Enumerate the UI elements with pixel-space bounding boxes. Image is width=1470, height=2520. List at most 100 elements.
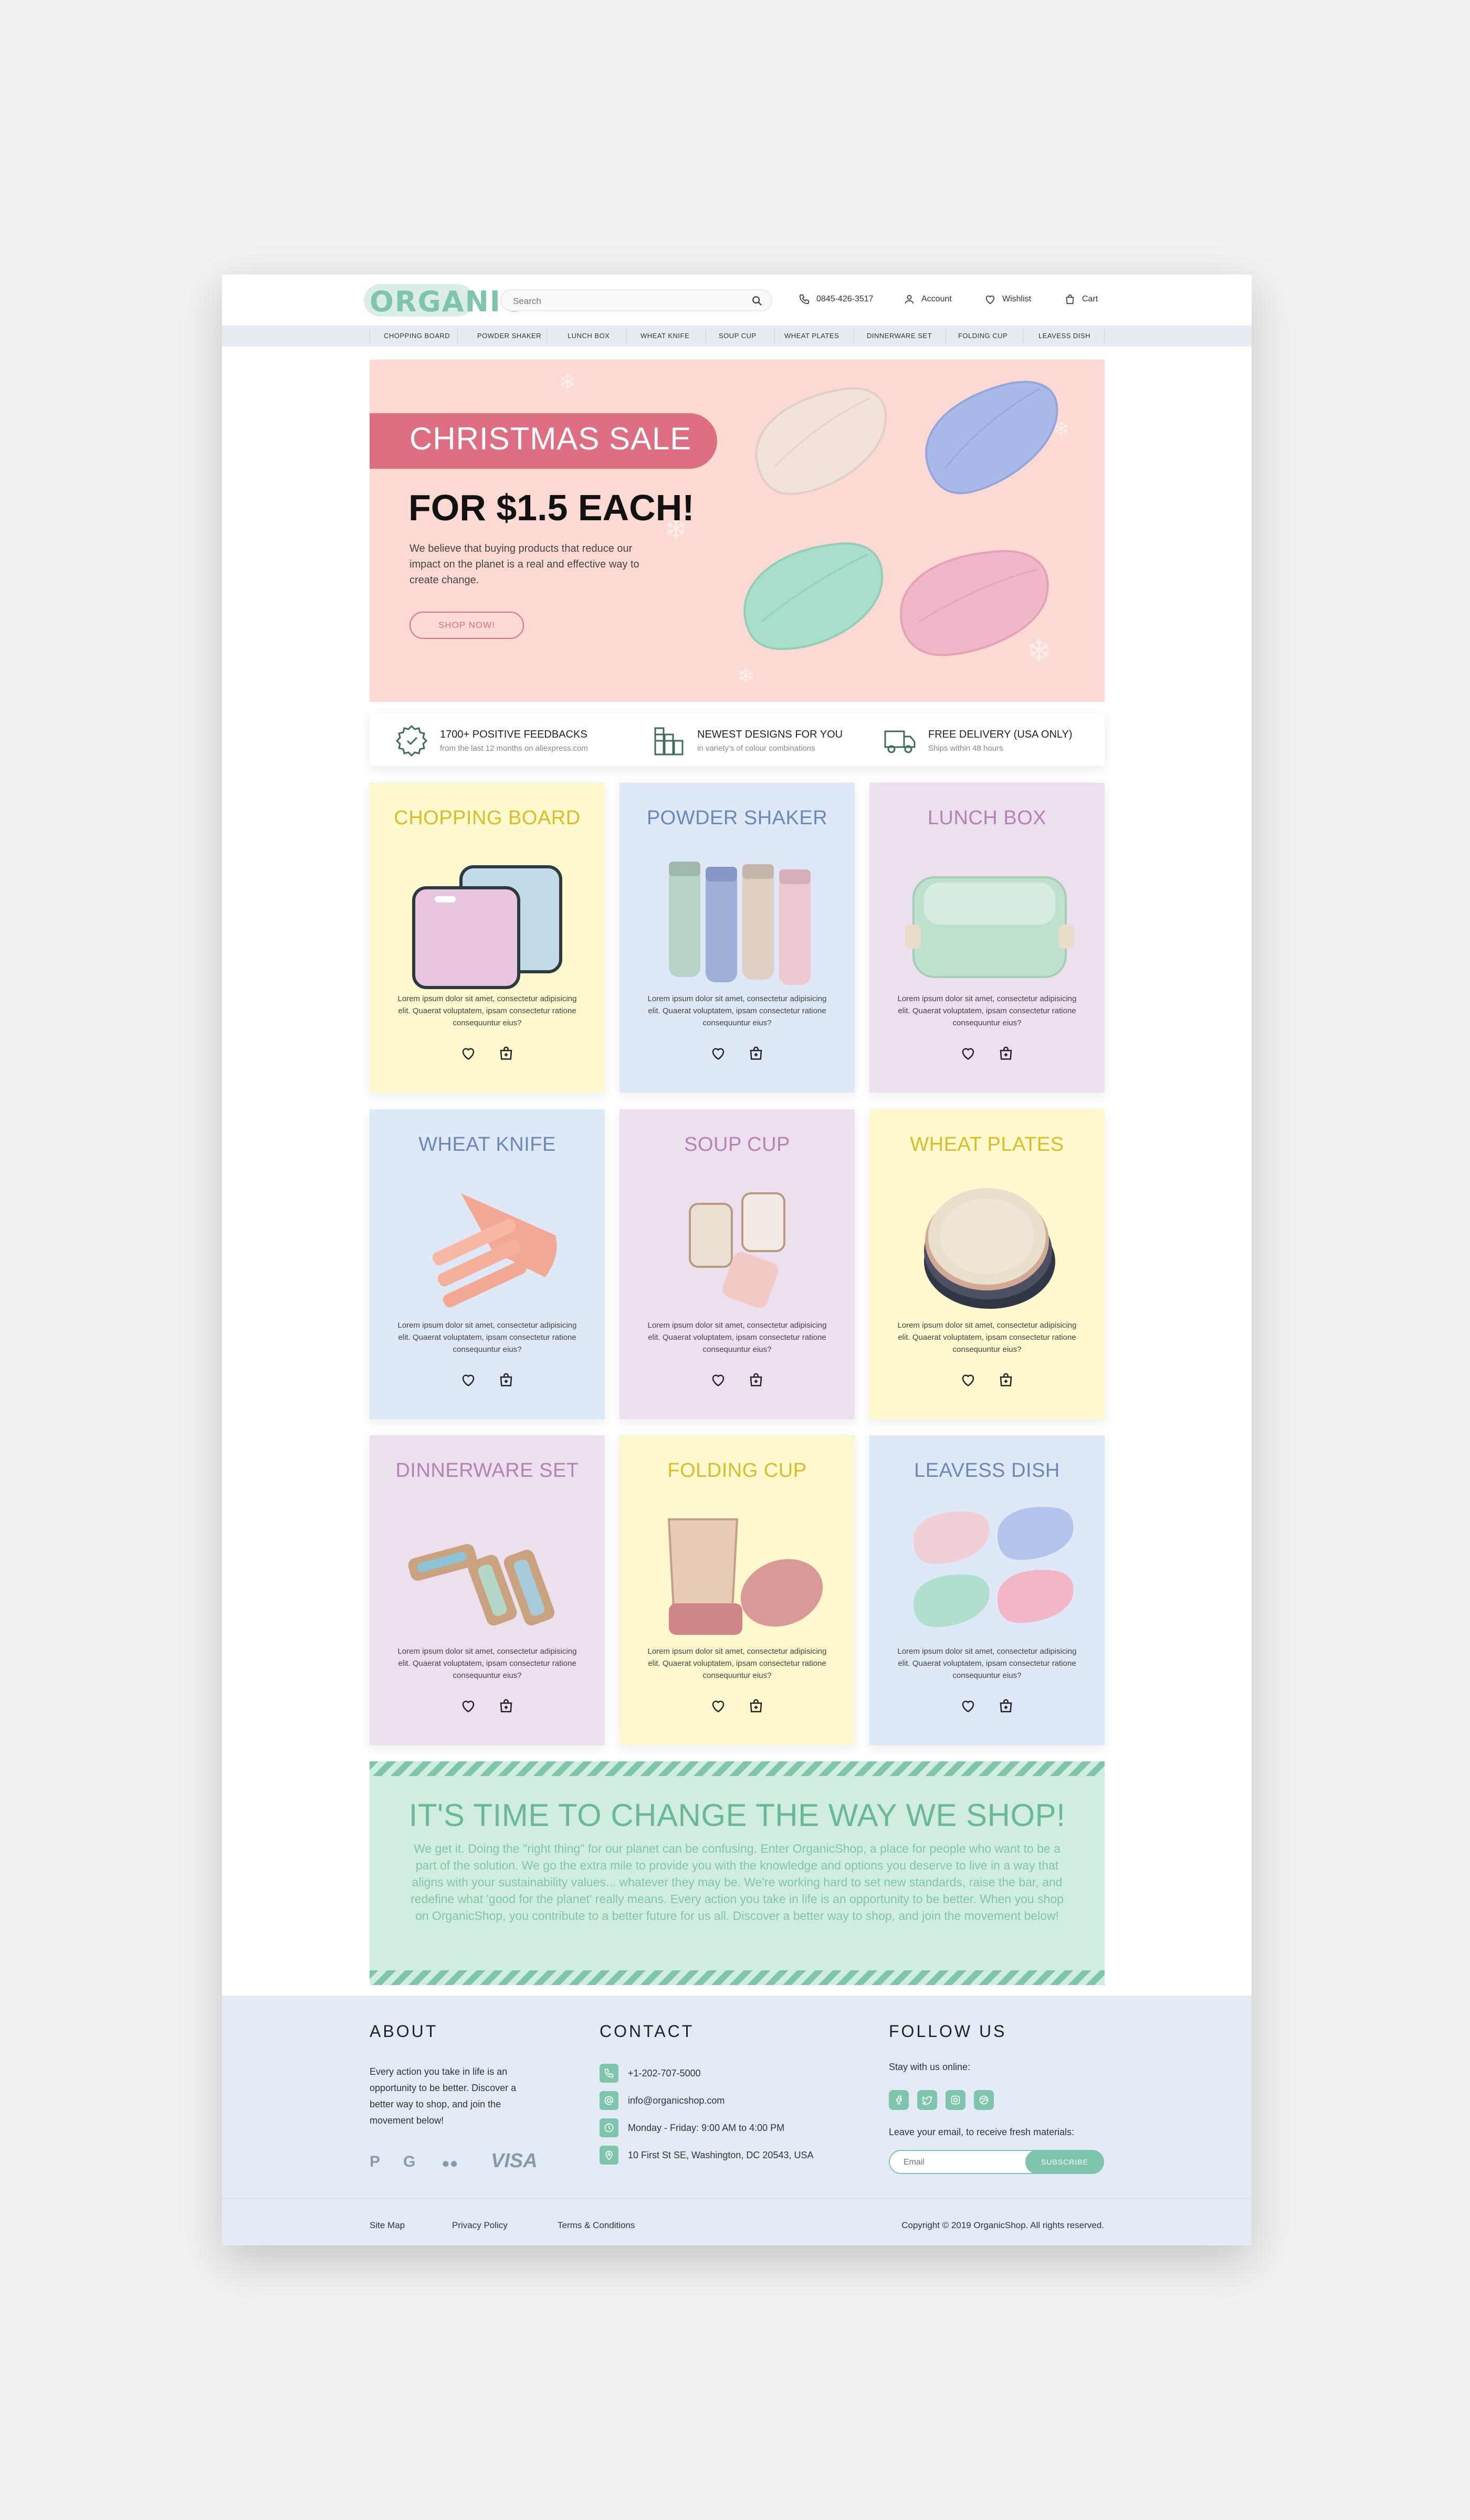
leaf-dish-pink: [900, 550, 1049, 656]
search-icon[interactable]: [751, 295, 763, 307]
contact-phone[interactable]: +1-202-707-5000: [600, 2064, 701, 2083]
product-actions: [620, 1698, 855, 1714]
add-to-cart-icon[interactable]: [748, 1372, 764, 1388]
product-title[interactable]: DINNERWARE SET: [370, 1460, 605, 1482]
product-card-soup-cup[interactable]: SOUP CUP Lorem ipsum dolor sit amet, con…: [620, 1109, 855, 1419]
add-to-cart-icon[interactable]: [498, 1045, 514, 1061]
site-map-link[interactable]: Site Map: [370, 2220, 405, 2231]
wishlist-heart-icon[interactable]: [960, 1372, 976, 1388]
feature-subtitle: from the last 12 months on aliexpress.co…: [440, 744, 588, 753]
visa-icon: VISA: [491, 2150, 538, 2172]
lunch-box-image: [905, 876, 1074, 978]
add-to-cart-icon[interactable]: [998, 1372, 1014, 1388]
product-card-folding-cup[interactable]: FOLDING CUP Lorem ipsum dolor sit amet, …: [620, 1435, 855, 1745]
add-to-cart-icon[interactable]: [498, 1698, 514, 1714]
product-card-wheat-plates[interactable]: WHEAT PLATES Lorem ipsum dolor sit amet,…: [869, 1109, 1105, 1419]
feature-title: 1700+ POSITIVE FEEDBACKS: [440, 729, 587, 740]
feature-feedbacks: 1700+ POSITIVE FEEDBACKS from the last 1…: [395, 724, 588, 758]
wishlist-heart-icon[interactable]: [710, 1372, 726, 1388]
contact-text: 10 First St SE, Washington, DC 20543, US…: [628, 2149, 814, 2160]
card-icon: G: [403, 2153, 416, 2170]
leaf-dish-blue: [925, 381, 1058, 495]
search-box[interactable]: [500, 289, 772, 311]
terms-link[interactable]: Terms & Conditions: [558, 2220, 635, 2231]
product-card-dinnerware-set[interactable]: DINNERWARE SET Lorem ipsum dolor sit ame…: [370, 1435, 605, 1745]
product-title[interactable]: LEAVESS DISH: [869, 1460, 1105, 1482]
wishlist-heart-icon[interactable]: [960, 1698, 976, 1714]
nav-item-lunch-box[interactable]: LUNCH BOX: [568, 332, 610, 340]
banner-stripe-top: [370, 1761, 1105, 1776]
chopping-board-image: [412, 865, 562, 989]
nav-item-folding-cup[interactable]: FOLDING CUP: [958, 332, 1007, 340]
wishlist-heart-icon[interactable]: [460, 1372, 476, 1388]
product-title[interactable]: CHOPPING BOARD: [370, 807, 605, 830]
add-to-cart-icon[interactable]: [748, 1698, 764, 1714]
features-bar: 1700+ POSITIVE FEEDBACKS from the last 1…: [370, 713, 1105, 766]
leaf-dishes-image: [743, 381, 1058, 656]
product-title[interactable]: FOLDING CUP: [620, 1460, 855, 1482]
search-input[interactable]: [513, 295, 744, 308]
wishlist-heart-icon[interactable]: [710, 1045, 726, 1061]
clock-icon: [600, 2118, 618, 2137]
product-card-powder-shaker[interactable]: POWDER SHAKER Lorem ipsum dolor sit amet…: [620, 783, 855, 1093]
product-actions: [620, 1045, 855, 1061]
product-title[interactable]: LUNCH BOX: [869, 807, 1105, 830]
product-card-chopping-board[interactable]: CHOPPING BOARD Lorem ipsum dolor sit ame…: [370, 783, 605, 1093]
stay-text: Stay with us online:: [889, 2062, 971, 2072]
product-card-wheat-knife[interactable]: WHEAT KNIFE Lorem ipsum dolor sit amet, …: [370, 1109, 605, 1419]
wishlist-heart-icon[interactable]: [960, 1045, 976, 1061]
add-to-cart-icon[interactable]: [748, 1045, 764, 1061]
hero-banner: ❄ ❄ ❄ ❄ ❄ CHRISTMAS SALE FOR $1.5 EACH! …: [370, 360, 1105, 702]
product-actions: [370, 1045, 605, 1061]
subscribe-button[interactable]: SUBSCRIBE: [1025, 2150, 1104, 2174]
facebook-icon[interactable]: [889, 2090, 909, 2110]
phone-icon: [799, 294, 810, 304]
nav-item-leavess-dish[interactable]: LEAVESS DISH: [1038, 332, 1090, 340]
leave-email-text: Leave your email, to receive fresh mater…: [889, 2127, 1075, 2137]
contact-email[interactable]: info@organicshop.com: [600, 2091, 724, 2110]
heart-icon: [985, 296, 995, 304]
product-description: Lorem ipsum dolor sit amet, consectetur …: [647, 1647, 827, 1680]
product-title[interactable]: WHEAT PLATES: [869, 1133, 1105, 1156]
product-actions: [620, 1372, 855, 1388]
product-title[interactable]: WHEAT KNIFE: [370, 1133, 605, 1156]
feature-subtitle: in variety's of colour combinations: [697, 744, 815, 753]
nav-item-chopping-board[interactable]: CHOPPING BOARD: [384, 332, 450, 340]
phone-icon: [600, 2064, 618, 2083]
privacy-policy-link[interactable]: Privacy Policy: [452, 2220, 508, 2231]
nav-item-wheat-knife[interactable]: WHEAT KNIFE: [640, 332, 689, 340]
copyright: Copyright © 2019 OrganicShop. All rights…: [901, 2220, 1104, 2230]
product-title[interactable]: POWDER SHAKER: [620, 807, 855, 830]
about-heading: ABOUT: [370, 2022, 438, 2041]
nav-item-soup-cup[interactable]: SOUP CUP: [719, 332, 757, 340]
shop-now-button[interactable]: SHOP NOW!: [410, 612, 524, 639]
instagram-icon[interactable]: [946, 2090, 965, 2110]
wishlist-heart-icon[interactable]: [460, 1045, 476, 1061]
wishlist-heart-icon[interactable]: [460, 1698, 476, 1714]
product-card-lunch-box[interactable]: LUNCH BOX Lorem ipsum dolor sit amet, co…: [869, 783, 1105, 1093]
contact-text: +1-202-707-5000: [628, 2067, 701, 2078]
location-icon: [600, 2146, 618, 2165]
banner-text: We get it. Doing the "right thing" for o…: [411, 1842, 1064, 1923]
add-to-cart-icon[interactable]: [998, 1045, 1014, 1061]
phone-link[interactable]: 0845-426-3517: [799, 293, 874, 305]
dribbble-icon[interactable]: [974, 2090, 994, 2110]
nav-item-powder-shaker[interactable]: POWDER SHAKER: [477, 332, 541, 340]
badge-icon: [395, 724, 428, 757]
cart-link[interactable]: Cart: [1064, 293, 1098, 305]
wishlist-heart-icon[interactable]: [710, 1698, 726, 1714]
email-input[interactable]: [904, 2156, 1019, 2169]
product-card-leavess-dish[interactable]: LEAVESS DISH Lorem ipsum dolor sit amet,…: [869, 1435, 1105, 1745]
twitter-icon[interactable]: [917, 2090, 937, 2110]
page: ORGANIC 0845-426-3517 Account Wishlist C…: [222, 275, 1252, 2245]
nav-divider: [774, 330, 775, 343]
nav-item-wheat-plates[interactable]: WHEAT PLATES: [784, 332, 839, 340]
palette-icon: [654, 727, 684, 755]
product-title[interactable]: SOUP CUP: [620, 1133, 855, 1156]
wishlist-link[interactable]: Wishlist: [984, 293, 1031, 305]
add-to-cart-icon[interactable]: [498, 1372, 514, 1388]
nav-item-dinnerware-set[interactable]: DINNERWARE SET: [867, 332, 932, 340]
add-to-cart-icon[interactable]: [998, 1698, 1014, 1714]
snowflake-icon: ❄: [559, 371, 576, 394]
account-link[interactable]: Account: [904, 293, 952, 305]
